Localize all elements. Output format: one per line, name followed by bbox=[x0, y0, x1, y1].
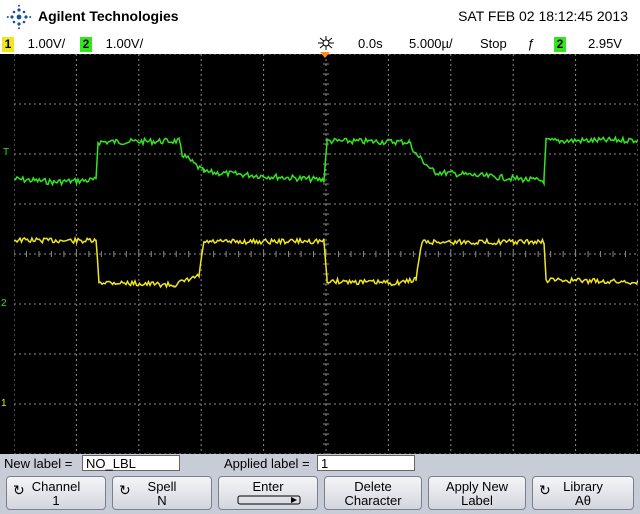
channel2-ground-marker: 2 bbox=[1, 298, 7, 309]
channel-softkey-label: Channel bbox=[31, 479, 81, 494]
enter-softkey[interactable]: Enter bbox=[218, 476, 318, 510]
channel1-scale[interactable]: 1 1.00V/ bbox=[2, 36, 65, 52]
library-softkey[interactable]: ↻ Library Aθ bbox=[532, 476, 634, 510]
title-bar: Agilent Technologies SAT FEB 02 18:12:45… bbox=[0, 0, 640, 34]
trigger-position-marker-icon bbox=[320, 52, 330, 58]
label-softkey-panel: New label = NO_LBL Applied label = 1 ↻ C… bbox=[0, 454, 640, 514]
label-row: New label = NO_LBL Applied label = 1 bbox=[0, 454, 640, 474]
time-scale[interactable]: 5.000µ/ bbox=[409, 36, 453, 51]
delete-softkey-label: Delete bbox=[354, 479, 392, 494]
trigger-level[interactable]: 2.95V bbox=[588, 36, 622, 51]
delete-character-softkey[interactable]: Delete Character bbox=[324, 476, 422, 510]
trigger-channel-badge: 2 bbox=[554, 37, 566, 52]
channel2-volts: 1.00V/ bbox=[105, 36, 144, 51]
trigger-level-marker: T bbox=[3, 147, 9, 158]
trigger-source[interactable]: 2 bbox=[554, 36, 566, 52]
trigger-edge-icon: ƒ bbox=[527, 36, 535, 51]
apply-softkey-label: Apply New bbox=[445, 479, 509, 494]
apply-softkey-label2: Label bbox=[461, 493, 493, 508]
spell-softkey[interactable]: ↻ Spell N bbox=[112, 476, 212, 510]
channel2-scale[interactable]: 2 1.00V/ bbox=[80, 36, 143, 52]
channel-softkey[interactable]: ↻ Channel 1 bbox=[6, 476, 106, 510]
library-softkey-value: Aθ bbox=[575, 493, 591, 508]
delete-softkey-label2: Character bbox=[344, 493, 402, 508]
waveform-display bbox=[14, 54, 638, 454]
enter-arrow-icon bbox=[237, 495, 301, 505]
time-delay[interactable]: 0.0s bbox=[358, 36, 383, 51]
channel1-volts: 1.00V/ bbox=[27, 36, 66, 51]
enter-softkey-label: Enter bbox=[252, 479, 284, 494]
spell-softkey-label: Spell bbox=[147, 479, 177, 494]
spell-softkey-value: N bbox=[157, 493, 167, 508]
marker-column: T 2 1 bbox=[1, 147, 9, 409]
new-label-field[interactable]: NO_LBL bbox=[82, 455, 180, 471]
status-bar: 1 1.00V/ 2 1.00V/ 0.0s 5.000µ/ Stop ƒ 2 … bbox=[0, 34, 640, 54]
channel1-badge: 1 bbox=[2, 37, 14, 52]
apply-new-label-softkey[interactable]: Apply New Label bbox=[428, 476, 526, 510]
library-softkey-label: Library bbox=[563, 479, 603, 494]
agilent-spark-logo-icon bbox=[6, 4, 32, 30]
channel-softkey-value: 1 bbox=[52, 493, 60, 508]
channel1-ground-marker: 1 bbox=[1, 398, 7, 409]
applied-label-caption: Applied label = bbox=[224, 456, 310, 471]
brand-name: Agilent Technologies bbox=[38, 8, 179, 24]
applied-label-field[interactable]: 1 bbox=[317, 455, 415, 471]
run-state[interactable]: Stop bbox=[480, 36, 507, 51]
channel2-badge: 2 bbox=[80, 37, 92, 52]
date-time: SAT FEB 02 18:12:45 2013 bbox=[458, 8, 628, 24]
new-label-caption: New label = bbox=[4, 456, 73, 471]
